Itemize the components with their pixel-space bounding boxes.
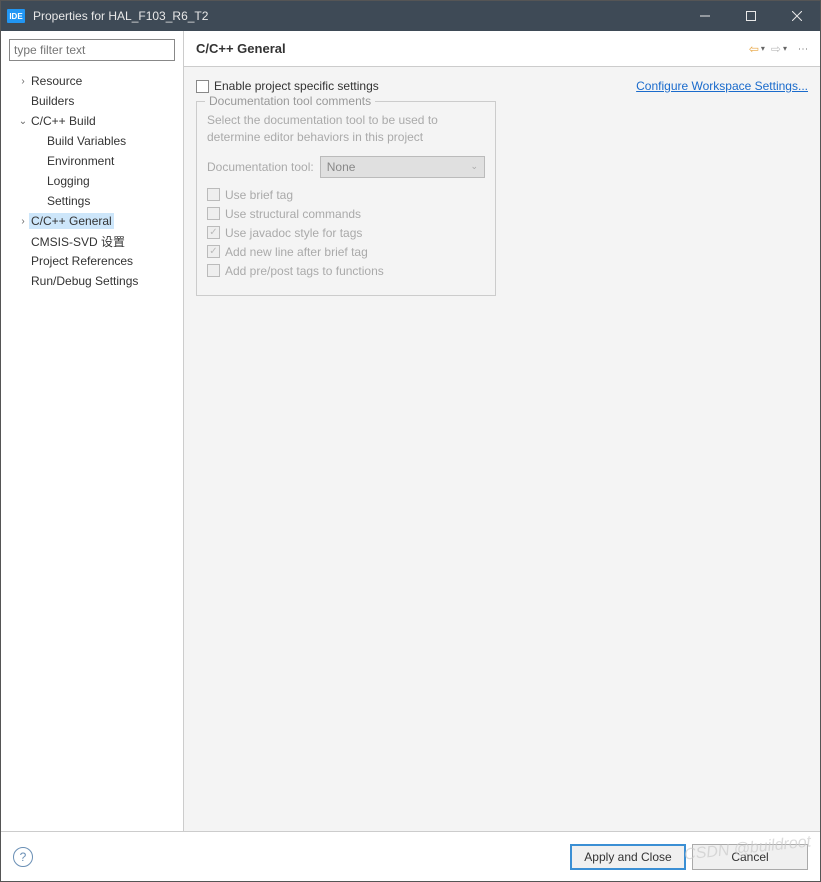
expand-icon: › xyxy=(17,216,29,227)
apply-and-close-button[interactable]: Apply and Close xyxy=(570,844,686,870)
doc-tool-label: Documentation tool: xyxy=(207,160,314,174)
doc-tool-group: Documentation tool comments Select the d… xyxy=(196,101,496,296)
chevron-down-icon: ⌄ xyxy=(470,161,478,172)
configure-workspace-link[interactable]: Configure Workspace Settings... xyxy=(636,79,808,93)
titlebar: IDE Properties for HAL_F103_R6_T2 xyxy=(1,1,820,31)
tree-item-label: Logging xyxy=(45,173,92,189)
window-title: Properties for HAL_F103_R6_T2 xyxy=(33,9,682,23)
tree-item[interactable]: Project References xyxy=(1,251,183,271)
tree-item[interactable]: Run/Debug Settings xyxy=(1,271,183,291)
group-title: Documentation tool comments xyxy=(205,94,375,108)
dialog-footer: ? Apply and Close Cancel xyxy=(1,831,820,881)
page-title: C/C++ General xyxy=(196,41,743,56)
content-header: C/C++ General ⇦▾ ⇨▾ ⋮ xyxy=(184,31,820,67)
help-icon[interactable]: ? xyxy=(13,847,33,867)
tree-item[interactable]: Builders xyxy=(1,91,183,111)
checkbox-icon xyxy=(207,264,220,277)
expand-icon: ⌄ xyxy=(17,116,29,127)
checkbox-icon xyxy=(207,226,220,239)
tree-item-label: Builders xyxy=(29,93,76,109)
checkbox-icon xyxy=(196,80,209,93)
tree-item[interactable]: ›Resource xyxy=(1,71,183,91)
option-checkbox[interactable]: Use structural commands xyxy=(207,207,485,221)
tree-item-label: Resource xyxy=(29,73,84,89)
tree-item-label: Environment xyxy=(45,153,116,169)
tree-item-label: CMSIS-SVD 设置 xyxy=(29,232,127,251)
checkbox-icon xyxy=(207,207,220,220)
group-description: Select the documentation tool to be used… xyxy=(207,112,485,146)
checkbox-icon xyxy=(207,245,220,258)
sidebar: ›ResourceBuilders⌄C/C++ BuildBuild Varia… xyxy=(1,31,184,831)
enable-label: Enable project specific settings xyxy=(214,79,379,93)
nav-forward-button[interactable]: ⇨▾ xyxy=(771,42,787,56)
cancel-button[interactable]: Cancel xyxy=(692,844,808,870)
nav-tree: ›ResourceBuilders⌄C/C++ BuildBuild Varia… xyxy=(1,69,183,293)
filter-box xyxy=(9,39,175,61)
option-label: Add pre/post tags to functions xyxy=(225,264,384,278)
tree-item[interactable]: CMSIS-SVD 设置 xyxy=(1,231,183,251)
tree-item-label: Build Variables xyxy=(45,133,128,149)
option-label: Add new line after brief tag xyxy=(225,245,368,259)
minimize-button[interactable] xyxy=(682,1,728,31)
tree-item-label: C/C++ General xyxy=(29,213,114,229)
tree-item[interactable]: Build Variables xyxy=(1,131,183,151)
maximize-button[interactable] xyxy=(728,1,774,31)
tree-item[interactable]: Settings xyxy=(1,191,183,211)
option-checkbox[interactable]: Add pre/post tags to functions xyxy=(207,264,485,278)
filter-input[interactable] xyxy=(9,39,175,61)
doc-tool-value: None xyxy=(327,160,356,174)
option-label: Use javadoc style for tags xyxy=(225,226,362,240)
enable-project-specific-checkbox[interactable]: Enable project specific settings xyxy=(196,79,379,93)
content-body: Enable project specific settings Configu… xyxy=(184,67,820,831)
expand-icon: › xyxy=(17,76,29,87)
doc-tool-select[interactable]: None ⌄ xyxy=(320,156,485,178)
nav-back-button[interactable]: ⇦▾ xyxy=(749,42,765,56)
option-checkbox[interactable]: Add new line after brief tag xyxy=(207,245,485,259)
tree-item-label: C/C++ Build xyxy=(29,113,98,129)
option-label: Use brief tag xyxy=(225,188,293,202)
tree-item[interactable]: ⌄C/C++ Build xyxy=(1,111,183,131)
tree-item-label: Settings xyxy=(45,193,92,209)
option-checkbox[interactable]: Use brief tag xyxy=(207,188,485,202)
tree-item-label: Project References xyxy=(29,253,135,269)
tree-item-label: Run/Debug Settings xyxy=(29,273,140,289)
view-menu-icon[interactable]: ⋮ xyxy=(797,44,808,53)
tree-item[interactable]: ›C/C++ General xyxy=(1,211,183,231)
option-label: Use structural commands xyxy=(225,207,361,221)
tree-item[interactable]: Environment xyxy=(1,151,183,171)
content-pane: C/C++ General ⇦▾ ⇨▾ ⋮ Enable project spe… xyxy=(184,31,820,831)
ide-icon: IDE xyxy=(7,9,25,23)
option-checkbox[interactable]: Use javadoc style for tags xyxy=(207,226,485,240)
tree-item[interactable]: Logging xyxy=(1,171,183,191)
checkbox-icon xyxy=(207,188,220,201)
close-button[interactable] xyxy=(774,1,820,31)
